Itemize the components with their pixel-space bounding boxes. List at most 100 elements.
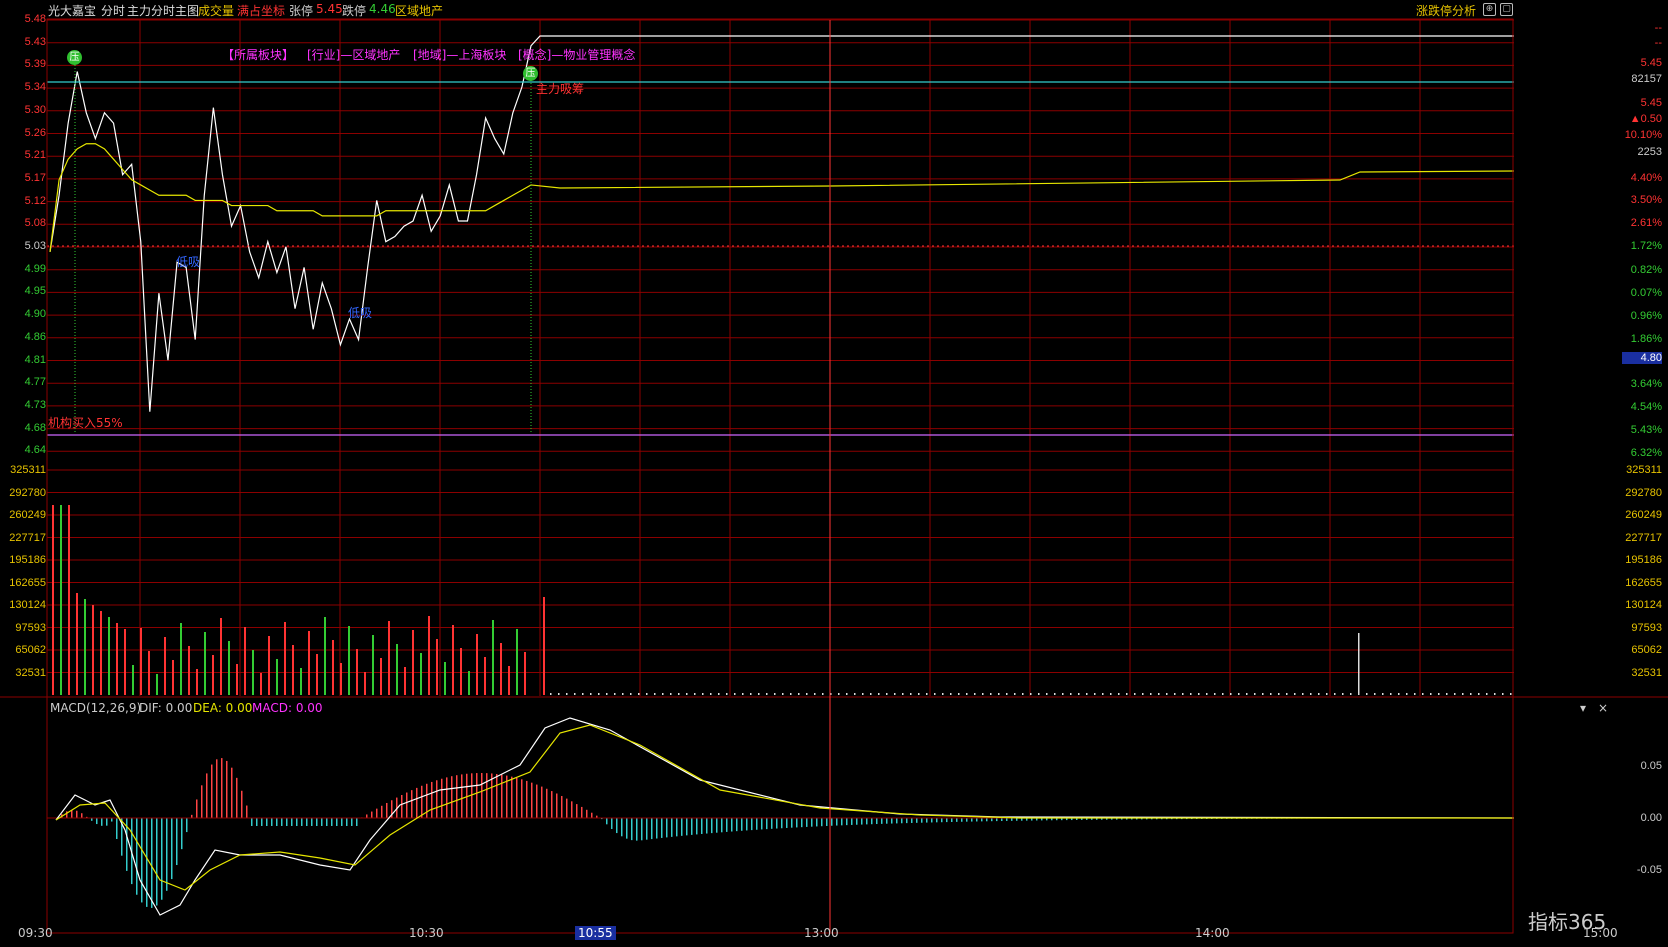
volume-bar (316, 654, 318, 695)
low-buy-tag-2: 低吸 (348, 306, 373, 320)
macd-bar (781, 818, 783, 829)
macd-bar (876, 818, 878, 825)
volume-bar (100, 611, 102, 695)
price-tick-label: 5.34 (24, 81, 46, 94)
macd-bar (176, 818, 178, 866)
macd-bar (576, 804, 578, 818)
macd-title[interactable]: MACD(12,26,9) (50, 701, 141, 715)
volume-tick-label: 162655 (1625, 576, 1662, 589)
volume-bar (124, 629, 126, 695)
macd-bar (556, 793, 558, 818)
price-tick-label: 4.68 (24, 421, 46, 434)
sector-block-tag[interactable]: 【所属板块】 (222, 46, 294, 63)
volume-bar (1214, 693, 1216, 695)
macd-bar (631, 818, 633, 841)
industry-tag[interactable]: [行业]—区域地产 (307, 46, 400, 63)
macd-bar (321, 818, 323, 826)
macd-bar (756, 818, 758, 830)
volume-tick-label: 195186 (9, 554, 46, 566)
volume-bar (1094, 693, 1096, 695)
volume-bar (1158, 693, 1160, 695)
macd-bar (196, 799, 198, 818)
macd-bar (256, 818, 258, 826)
volume-bar (1382, 693, 1384, 695)
volume-bar (324, 617, 326, 695)
volume-bar (1030, 693, 1032, 695)
macd-bar (296, 818, 298, 826)
time-label: 14:00 (1195, 926, 1230, 940)
time-cursor-label[interactable]: 10:55 (575, 926, 616, 940)
volume-bar (452, 625, 454, 695)
macd-bar (971, 818, 973, 822)
volume-bar (204, 632, 206, 695)
macd-bar (436, 780, 438, 818)
macd-bar (161, 818, 163, 900)
volume-bar (1398, 693, 1400, 695)
volume-bar (1246, 693, 1248, 695)
macd-bar (961, 818, 963, 822)
volume-bar (598, 693, 600, 695)
volume-bar (694, 693, 696, 695)
volume-bar (268, 636, 270, 695)
volume-bar (646, 693, 648, 695)
macd-axis-label: 0.00 (1640, 812, 1662, 824)
macd-bar (906, 818, 908, 824)
macd-bar (911, 818, 913, 823)
volume-bar (742, 693, 744, 695)
macd-bar (916, 818, 918, 823)
price-tick-label: 5.08 (24, 217, 46, 230)
volume-bar (308, 631, 310, 695)
macd-bar (731, 818, 733, 832)
macd-dif: DIF: 0.00 (139, 701, 193, 715)
volume-bar (1302, 693, 1304, 695)
macd-bar (356, 818, 358, 826)
right-axis-label: 5.45 (1640, 97, 1662, 109)
close-icon[interactable]: × (1598, 701, 1608, 715)
dropdown-icon[interactable]: ▾ (1580, 701, 1586, 715)
volume-bar (1326, 693, 1328, 695)
volume-bar (710, 693, 712, 695)
macd-bar (871, 818, 873, 825)
volume-tick-label: 32531 (15, 666, 46, 679)
right-axis-label: 6.32% (1630, 447, 1662, 459)
macd-bar (941, 818, 943, 823)
macd-bar (456, 775, 458, 818)
volume-bar (678, 693, 680, 695)
macd-bar (461, 774, 463, 818)
volume-bar (1446, 693, 1448, 695)
low-buy-tag-1: 低吸 (176, 255, 201, 269)
macd-bar (851, 818, 853, 825)
macd-bar (431, 781, 433, 818)
macd-bar (956, 818, 958, 822)
macd-bar (656, 818, 658, 839)
volume-bar (236, 664, 238, 695)
volume-bar (622, 693, 624, 695)
concept-tag[interactable]: [概念]—物业管理概念 (518, 46, 635, 63)
dea-line (55, 724, 1514, 891)
volume-bar (1118, 693, 1120, 695)
volume-bar (934, 693, 936, 695)
region-tag[interactable]: [地域]—上海板块 (413, 46, 506, 63)
macd-bar (106, 818, 108, 826)
volume-bar (1134, 693, 1136, 695)
macd-bar (981, 818, 983, 822)
macd-bar (266, 818, 268, 826)
volume-bar (758, 693, 760, 695)
price-tick-label: 4.99 (24, 262, 46, 275)
volume-bar (484, 657, 486, 695)
price-tick-label: 5.26 (24, 126, 46, 139)
volume-bar (108, 617, 110, 695)
watermark: 指标365 (1528, 910, 1607, 934)
volume-tick-label: 97593 (15, 621, 46, 634)
volume-tick-label: 65062 (15, 644, 46, 656)
volume-bar (388, 621, 390, 695)
volume-bar (404, 667, 406, 695)
macd-bar (346, 818, 348, 826)
macd-bar (641, 818, 643, 841)
macd-bar (281, 818, 283, 826)
volume-bar (654, 693, 656, 695)
volume-bar (412, 630, 414, 695)
price-tick-label: 5.03 (24, 240, 46, 252)
volume-bar (1262, 693, 1264, 695)
volume-bar (966, 693, 968, 695)
